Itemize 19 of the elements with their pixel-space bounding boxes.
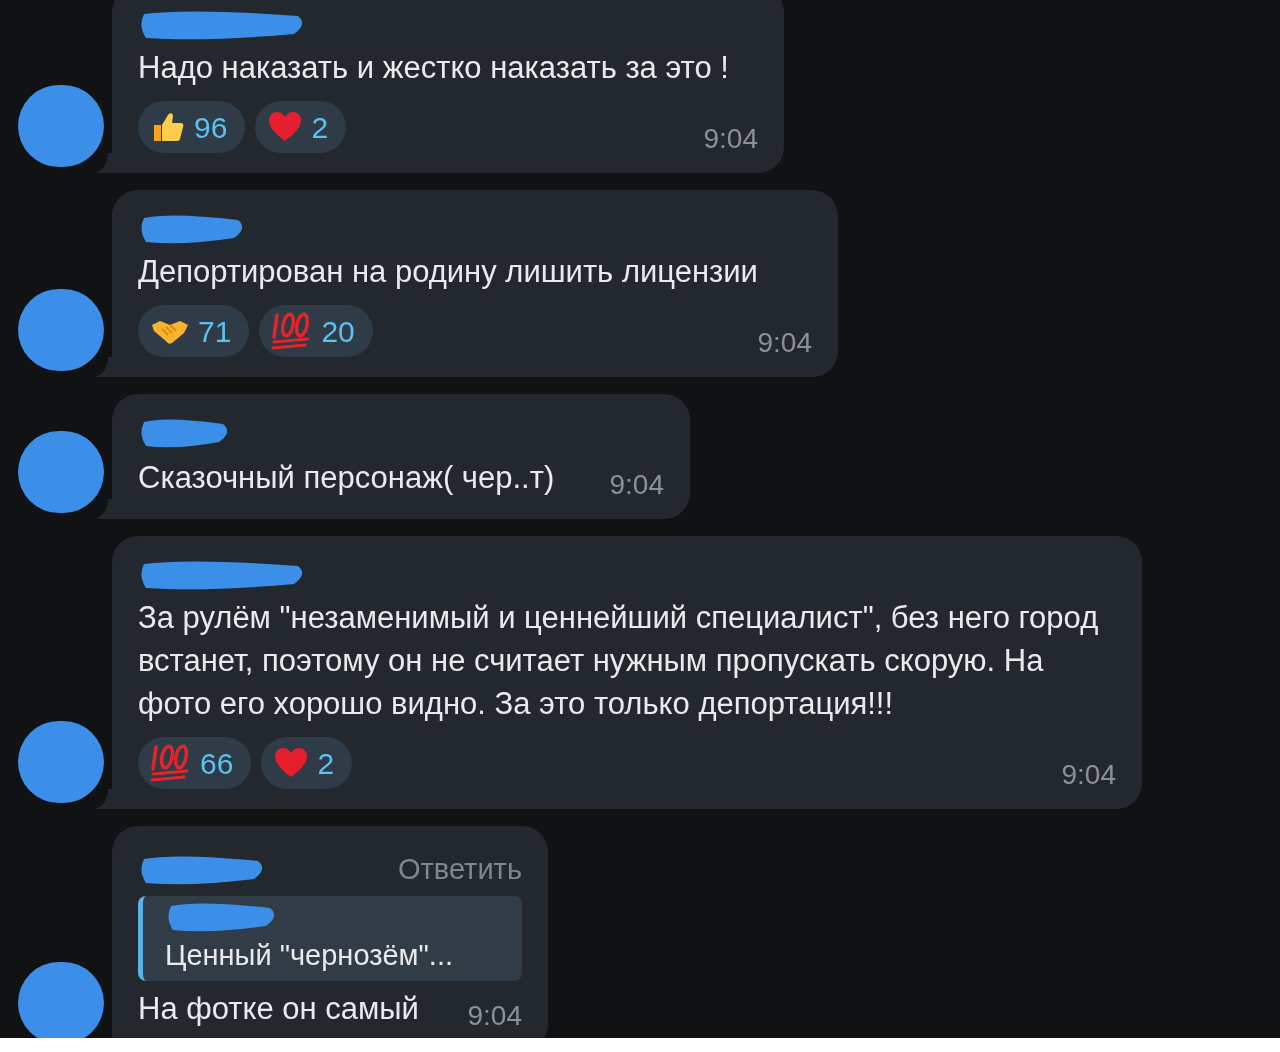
reaction-chip[interactable]: 2 bbox=[255, 101, 347, 153]
reaction-chip[interactable]: 71 bbox=[138, 305, 250, 357]
reaction-chip[interactable]: 20 bbox=[259, 305, 373, 357]
reply-link[interactable]: Ответить bbox=[398, 848, 522, 892]
message-time: 9:04 bbox=[609, 471, 664, 499]
quote-text: Ценный "чернозём"... bbox=[165, 937, 455, 973]
message-text: Депортирован на родину лишить лицензии bbox=[138, 253, 759, 291]
message-time: 9:04 bbox=[757, 329, 812, 357]
reaction-chip[interactable]: 96 bbox=[138, 101, 246, 153]
message-text: Надо наказать и жестко наказать за это ! bbox=[138, 49, 730, 87]
reaction-chip[interactable]: 2 bbox=[261, 737, 353, 789]
quoted-message[interactable]: Ценный "чернозём"... bbox=[138, 895, 522, 981]
message-text: На фотке он самый bbox=[138, 990, 419, 1028]
message-time: 9:04 bbox=[1061, 761, 1116, 789]
reaction-chip[interactable]: 66 bbox=[138, 737, 252, 789]
message-text: За рулём "незаменимый и ценнейший специалист", без него город встанет, поэтому он не считает нужным пропускать скорую. На фото его хорошо видно. За это только депортация!!! bbox=[138, 599, 1100, 723]
message-text: Сказочный персонаж( чер..т) bbox=[138, 459, 555, 497]
message-time: 9:04 bbox=[703, 125, 758, 153]
message-time: 9:04 bbox=[467, 1002, 522, 1030]
